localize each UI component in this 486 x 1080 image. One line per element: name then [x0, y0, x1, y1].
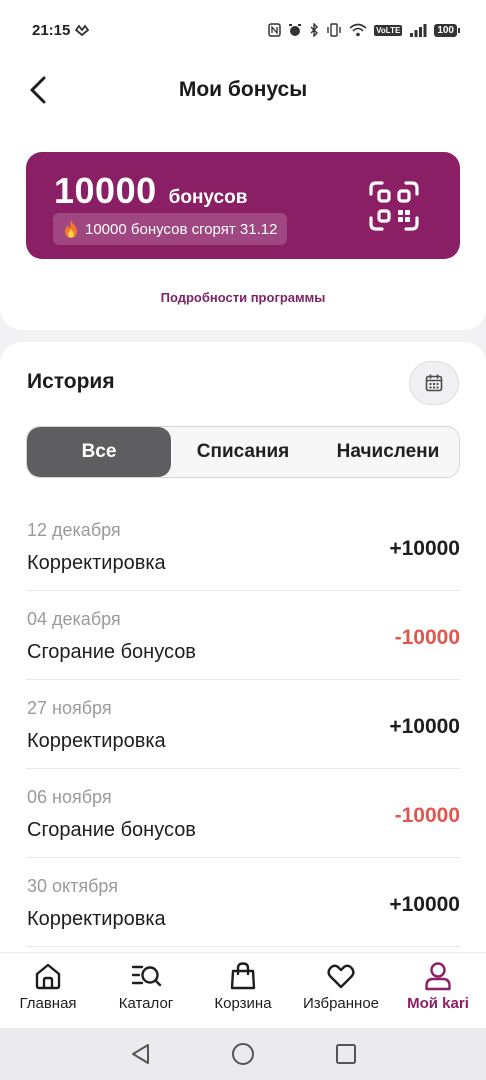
header: Мои бонусы: [0, 60, 486, 120]
history-item-title: Корректировка: [27, 552, 166, 574]
nav-profile[interactable]: Мой kari: [398, 961, 478, 1025]
history-item[interactable]: 12 декабря Корректировка +10000: [26, 502, 460, 591]
history-item-amount: -10000: [394, 804, 460, 827]
profile-icon: [425, 962, 451, 991]
history-item-date: 12 декабря: [27, 520, 121, 540]
heart-rate-icon: [75, 24, 90, 36]
system-home-button[interactable]: [230, 1041, 256, 1067]
triangle-back-icon: [132, 1044, 149, 1064]
vibrate-icon: [327, 23, 341, 37]
nfc-icon: [268, 23, 281, 37]
catalog-search-icon: [131, 965, 162, 987]
signal-icon: [410, 24, 427, 37]
bottom-nav: Главная Каталог Корзина Избранное Мой ka…: [0, 952, 486, 1028]
status-time-text: 21:15: [32, 21, 71, 39]
nav-favorites[interactable]: Избранное: [294, 961, 388, 1025]
history-item-date: 06 ноября: [27, 787, 112, 807]
alarm-icon: [289, 24, 302, 36]
tab-accruals-label: Начислени: [336, 441, 440, 462]
nav-home-label: Главная: [19, 995, 77, 1012]
calendar-icon: [425, 374, 443, 392]
calendar-button[interactable]: [409, 361, 459, 405]
nav-home[interactable]: Главная: [8, 961, 88, 1025]
qr-code-icon: [369, 181, 419, 231]
status-time: 21:15: [32, 21, 90, 39]
expire-chip: 10000 бонусов сгорят 31.12: [53, 213, 288, 245]
history-item-amount: +10000: [389, 537, 460, 560]
nav-catalog-label: Каталог: [118, 995, 174, 1012]
history-list: 12 декабря Корректировка +10000 04 декаб…: [0, 502, 486, 947]
circle-home-icon: [232, 1043, 254, 1065]
system-recents-button[interactable]: [333, 1041, 359, 1067]
bonus-balance: 10000 бонусов: [54, 170, 247, 212]
nav-favorites-label: Избранное: [302, 995, 380, 1012]
nav-catalog[interactable]: Каталог: [106, 961, 186, 1025]
status-icons: VoLTE 100: [268, 23, 460, 37]
battery-icon: 100: [434, 23, 460, 37]
history-item[interactable]: 27 ноября Корректировка +10000: [26, 680, 460, 769]
status-bar: 21:15 VoLTE 100: [0, 0, 486, 60]
bluetooth-icon: [310, 23, 319, 37]
history-item-title: Корректировка: [27, 730, 166, 752]
qr-code-button[interactable]: [368, 180, 420, 232]
history-item[interactable]: 06 ноября Сгорание бонусов -10000: [26, 769, 460, 858]
battery-level: 100: [434, 23, 457, 37]
nav-cart[interactable]: Корзина: [203, 961, 283, 1025]
fire-icon: [65, 220, 77, 238]
history-item-amount: -10000: [394, 626, 460, 649]
history-item[interactable]: 30 октября Корректировка +10000: [26, 858, 460, 947]
bonus-unit: бонусов: [168, 187, 248, 208]
history-filter-tabs: Все Списания Начислени: [26, 426, 460, 478]
history-item[interactable]: 04 декабря Сгорание бонусов -10000: [26, 591, 460, 680]
system-back-button[interactable]: [128, 1041, 154, 1067]
system-nav: [0, 1028, 486, 1080]
bonus-amount: 10000: [54, 170, 157, 211]
tab-all[interactable]: Все: [27, 427, 171, 477]
history-item-title: Сгорание бонусов: [27, 641, 196, 663]
tab-writeoffs-label: Списания: [196, 441, 290, 462]
heart-icon: [327, 964, 355, 989]
home-icon: [35, 963, 61, 990]
expire-text: 10000 бонусов сгорят 31.12: [85, 220, 278, 238]
history-section: История Все Списания Начислени 12 декабр…: [0, 342, 486, 952]
bonus-card: 10000 бонусов 10000 бонусов сгорят 31.12: [26, 152, 460, 259]
history-item-title: Корректировка: [27, 908, 166, 930]
page-title: Мои бонусы: [178, 78, 308, 101]
tab-accruals[interactable]: Начислени: [315, 427, 459, 477]
bonus-summary-section: Мои бонусы 10000 бонусов 10000 бонусов с…: [0, 60, 486, 330]
history-title: История: [27, 370, 115, 393]
square-recents-icon: [336, 1044, 356, 1064]
nav-cart-label: Корзина: [214, 995, 272, 1012]
history-item-date: 27 ноября: [27, 698, 112, 718]
history-item-date: 04 декабря: [27, 609, 121, 629]
nav-profile-label: Мой kari: [407, 995, 469, 1012]
history-item-amount: +10000: [389, 715, 460, 738]
history-item-date: 30 октября: [27, 876, 118, 896]
history-item-title: Сгорание бонусов: [27, 819, 196, 841]
history-item-amount: +10000: [389, 893, 460, 916]
tab-all-label: Все: [81, 441, 117, 462]
program-details-link[interactable]: Подробности программы: [0, 290, 486, 305]
wifi-icon: [349, 23, 367, 37]
bag-icon: [230, 962, 256, 990]
volte-badge: VoLTE: [374, 24, 403, 36]
tab-writeoffs[interactable]: Списания: [171, 427, 315, 477]
back-button[interactable]: [20, 72, 56, 108]
chevron-left-icon: [30, 76, 46, 104]
